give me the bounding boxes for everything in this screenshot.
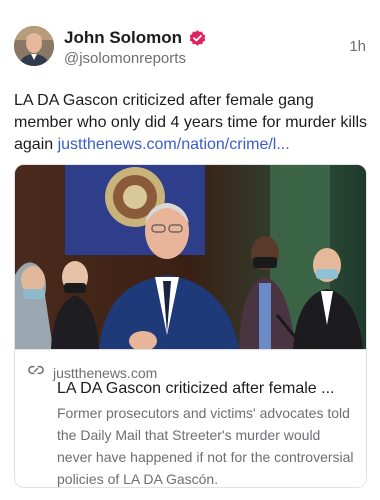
avatar[interactable] xyxy=(14,26,54,66)
post-body: LA DA Gascon criticized after female gan… xyxy=(14,90,369,156)
link-domain: justthenews.com xyxy=(53,364,158,381)
link-description: Former prosecutors and victims' advocate… xyxy=(57,405,354,487)
author-name-row: John Solomon xyxy=(64,28,207,48)
post-header: John Solomon @jsolomonreports 1h xyxy=(14,26,366,70)
post-time: 1h xyxy=(349,38,366,55)
author-handle[interactable]: @jsolomonreports xyxy=(64,50,186,67)
verified-badge-icon xyxy=(188,29,207,48)
author-name[interactable]: John Solomon xyxy=(64,28,182,48)
post-link[interactable]: justthenews.com/nation/crime/l... xyxy=(58,136,290,153)
link-thumbnail xyxy=(15,165,366,349)
avatar-image xyxy=(14,26,54,66)
link-preview-card[interactable]: justthenews.com LA DA Gascon criticized … xyxy=(14,164,367,488)
link-title[interactable]: LA DA Gascon criticized after female ... xyxy=(57,380,357,398)
link-info: justthenews.com LA DA Gascon criticized … xyxy=(15,349,366,487)
link-icon xyxy=(27,361,45,384)
thumbnail-image xyxy=(15,165,366,349)
post-card: John Solomon @jsolomonreports 1h LA DA G… xyxy=(0,0,380,500)
